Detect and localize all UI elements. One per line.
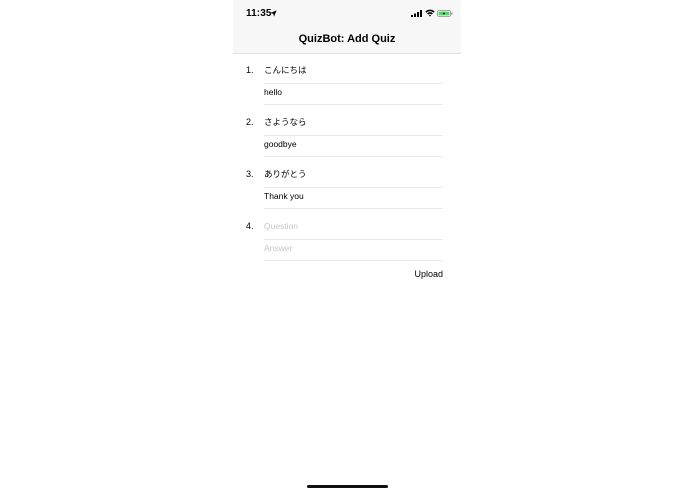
answer-field — [264, 239, 443, 261]
navigation-header: 11:35 QuizBot: Add Quiz — [233, 0, 461, 54]
question-field — [264, 114, 443, 136]
question-input[interactable] — [264, 117, 443, 127]
row-number: 3. — [246, 169, 254, 179]
answer-field — [264, 187, 443, 209]
answer-input[interactable] — [264, 243, 443, 253]
battery-icon — [437, 10, 453, 17]
row-number: 1. — [246, 65, 254, 75]
question-input[interactable] — [264, 169, 443, 179]
answer-input[interactable] — [264, 87, 443, 97]
question-input[interactable] — [264, 65, 443, 75]
answer-input[interactable] — [264, 191, 443, 201]
page-title: QuizBot: Add Quiz — [298, 33, 396, 45]
quiz-row-1: 1. — [233, 62, 461, 106]
row-number: 4. — [246, 221, 254, 231]
upload-button[interactable]: Upload — [414, 269, 443, 279]
location-arrow-icon — [270, 10, 277, 17]
wifi-icon — [425, 9, 435, 17]
signal-icon — [411, 10, 422, 17]
question-input[interactable] — [264, 221, 443, 231]
question-field — [264, 166, 443, 188]
question-field — [264, 218, 443, 240]
quiz-row-4: 4. — [233, 218, 461, 262]
answer-field — [264, 135, 443, 157]
answer-field — [264, 83, 443, 105]
quiz-row-3: 3. — [233, 166, 461, 210]
answer-input[interactable] — [264, 139, 443, 149]
status-time: 11:35 — [246, 8, 272, 19]
row-number: 2. — [246, 117, 254, 127]
home-indicator[interactable] — [307, 485, 388, 488]
quiz-row-2: 2. — [233, 114, 461, 158]
phone-screen: 11:35 QuizBot: Add Quiz 1. こんにちは hello 2… — [233, 0, 461, 494]
question-field — [264, 62, 443, 84]
